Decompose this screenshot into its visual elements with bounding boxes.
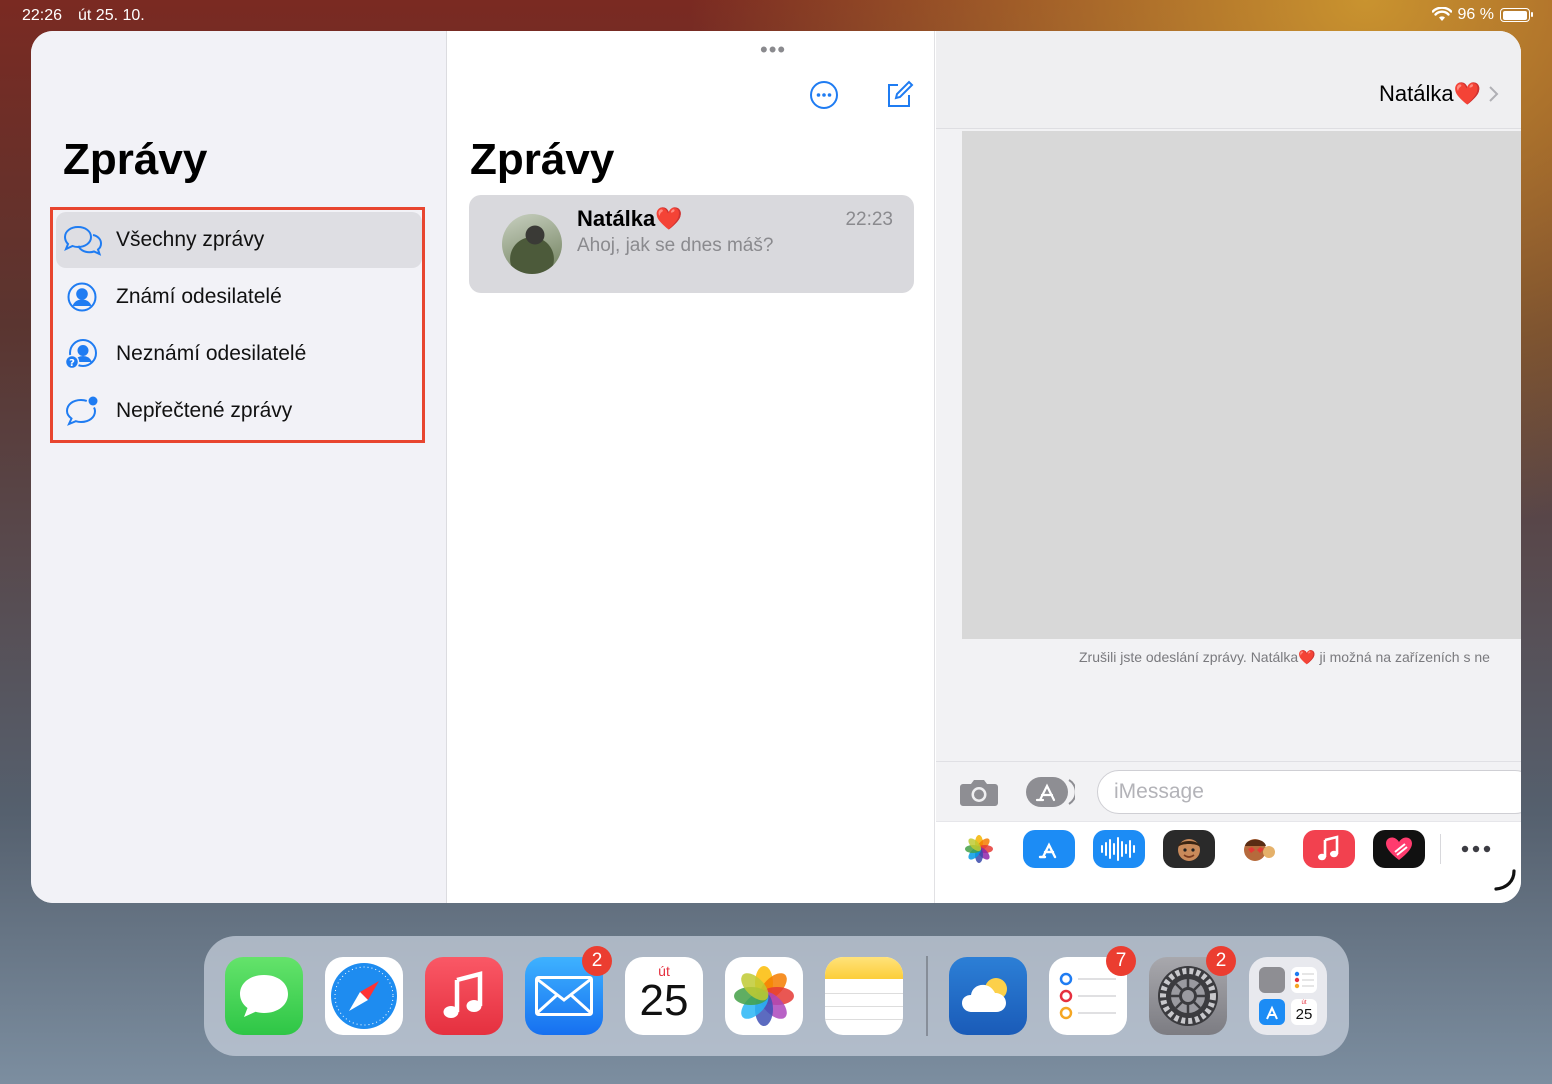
calendar-icon[interactable]: út 25 xyxy=(625,957,703,1035)
reminders-icon[interactable]: 7 xyxy=(1049,946,1136,1035)
notes-icon[interactable] xyxy=(825,957,903,1035)
conversation-name: Natálka❤️ xyxy=(577,206,683,231)
person-question-icon: ? xyxy=(60,334,104,374)
battery-icon xyxy=(1500,8,1533,22)
list-title: Zprávy xyxy=(470,135,615,184)
composer-bar xyxy=(936,761,1521,821)
status-date: út 25. 10. xyxy=(78,7,145,24)
more-icon[interactable] xyxy=(1450,830,1502,868)
weather-icon[interactable] xyxy=(949,957,1027,1035)
conversation-row[interactable]: Natálka❤️ 22:23 Ahoj, jak se dnes máš? xyxy=(469,195,914,293)
music-icon[interactable] xyxy=(1303,830,1355,868)
messages-icon[interactable] xyxy=(225,957,303,1035)
wifi-icon xyxy=(1431,7,1452,21)
sidebar: Zprávy Všechny zprávy Známí odesilatelé … xyxy=(31,31,447,903)
reminders-badge: 7 xyxy=(1106,946,1136,976)
conversation-time: 22:23 xyxy=(845,209,893,230)
chevron-right-icon xyxy=(1489,86,1499,102)
filter-unread-messages[interactable]: Nepřečtené zprávy xyxy=(56,383,422,439)
ellipsis-circle-icon[interactable] xyxy=(807,78,841,112)
bubbles-icon xyxy=(60,220,104,260)
stickers-icon[interactable] xyxy=(1233,830,1285,868)
camera-icon[interactable] xyxy=(958,774,1000,810)
mini-settings-icon xyxy=(1259,967,1285,993)
filter-unknown-senders[interactable]: ? Neznámí odesilatelé xyxy=(56,326,422,382)
svg-text:?: ? xyxy=(69,358,75,369)
filter-label: Nepřečtené zprávy xyxy=(116,399,293,422)
filter-label: Všechny zprávy xyxy=(116,228,265,251)
filters-highlight: Všechny zprávy Známí odesilatelé ? Nezná… xyxy=(50,207,425,443)
mini-appstore-icon xyxy=(1259,999,1285,1025)
audio-icon[interactable] xyxy=(1093,830,1145,868)
mini-calendar-day: 25 xyxy=(1295,1006,1313,1023)
mini-reminders-icon xyxy=(1291,967,1317,993)
battery-percent: 96 % xyxy=(1457,6,1494,23)
status-time: 22:26 xyxy=(22,7,63,24)
person-circle-icon xyxy=(60,277,104,317)
dock-separator xyxy=(926,956,928,1036)
mini-calendar-icon: út 25 xyxy=(1291,999,1317,1025)
filter-all-messages[interactable]: Všechny zprávy xyxy=(56,212,422,268)
conversation-preview: Ahoj, jak se dnes máš? xyxy=(577,235,774,256)
digital-touch-icon[interactable] xyxy=(1373,830,1425,868)
imessage-input[interactable] xyxy=(1114,780,1514,804)
message-area xyxy=(962,131,1521,639)
conversation-list-pane: ••• Zprávy Natálka❤️ 22:23 Ahoj, jak se … xyxy=(448,31,935,903)
avatar xyxy=(502,214,562,274)
memoji-icon[interactable] xyxy=(1163,830,1215,868)
contact-name: Natálka❤️ xyxy=(1379,81,1481,106)
compose-icon[interactable] xyxy=(882,78,916,112)
photos-icon[interactable] xyxy=(725,957,803,1035)
unsend-notice: Zrušili jste odeslání zprávy. Natálka❤️ … xyxy=(1079,649,1490,665)
imessage-input-box[interactable] xyxy=(1097,770,1521,814)
resize-corner-icon[interactable] xyxy=(1492,868,1516,892)
calendar-day: 25 xyxy=(639,976,689,1025)
app-drawer xyxy=(936,821,1521,903)
dock: 2 út 25 7 2 út 25 xyxy=(204,936,1349,1056)
messages-window: Zprávy Všechny zprávy Známí odesilatelé … xyxy=(31,31,1521,903)
detail-header: Natálka❤️ xyxy=(936,31,1521,129)
appstore-icon[interactable] xyxy=(1023,830,1075,868)
filter-label: Neznámí odesilatelé xyxy=(116,342,307,365)
filter-known-senders[interactable]: Známí odesilatelé xyxy=(56,269,422,325)
apps-toggle-icon[interactable] xyxy=(1024,774,1076,810)
safari-icon[interactable] xyxy=(325,957,403,1035)
filter-label: Známí odesilatelé xyxy=(116,285,282,308)
status-bar: 22:26 út 25. 10. 96 % xyxy=(0,0,1552,32)
photos-icon[interactable] xyxy=(953,830,1005,868)
mail-icon[interactable]: 2 xyxy=(525,946,612,1035)
recent-apps-folder-icon[interactable]: út 25 xyxy=(1249,957,1327,1035)
multitasking-handle[interactable]: ••• xyxy=(760,37,786,63)
music-icon[interactable] xyxy=(425,957,503,1035)
mail-badge: 2 xyxy=(582,946,612,976)
app-drawer-separator xyxy=(1440,834,1441,864)
bubble-unread-icon xyxy=(60,391,104,431)
settings-icon[interactable]: 2 xyxy=(1149,946,1236,1035)
contact-header-button[interactable]: Natálka❤️ xyxy=(1379,81,1499,107)
sidebar-title: Zprávy xyxy=(63,135,208,184)
conversation-detail: Natálka❤️ Zrušili jste odeslání zprávy. … xyxy=(936,31,1521,903)
settings-badge: 2 xyxy=(1206,946,1236,976)
